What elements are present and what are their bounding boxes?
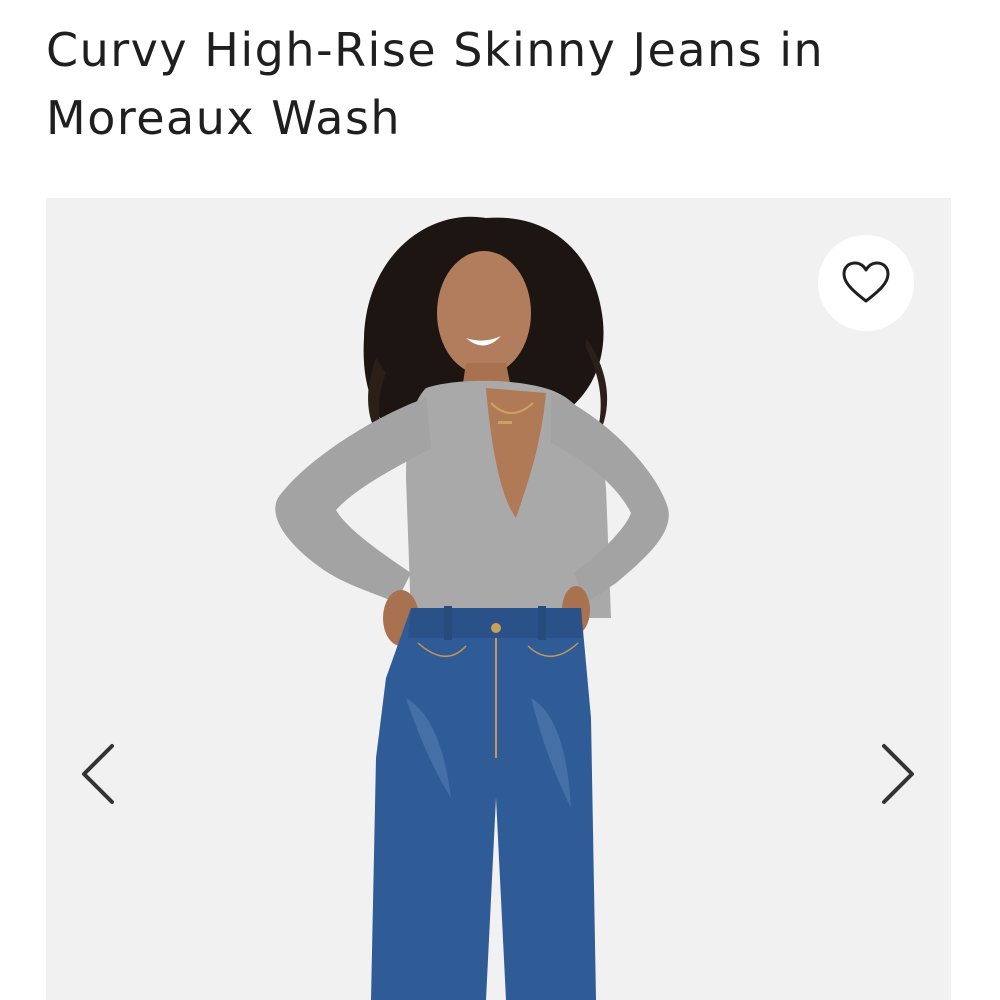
product-title: Curvy High-Rise Skinny Jeans in Moreaux … [46,23,825,145]
previous-image-button[interactable] [68,736,128,812]
chevron-left-icon [82,744,114,804]
product-page: Curvy High-Rise Skinny Jeans in Moreaux … [0,0,1000,1000]
heart-outline-icon [842,261,890,303]
next-image-button[interactable] [868,736,928,812]
wishlist-button[interactable] [818,235,914,331]
product-photo [46,198,951,1000]
product-image-gallery[interactable] [46,198,951,1000]
chevron-right-icon [882,744,914,804]
